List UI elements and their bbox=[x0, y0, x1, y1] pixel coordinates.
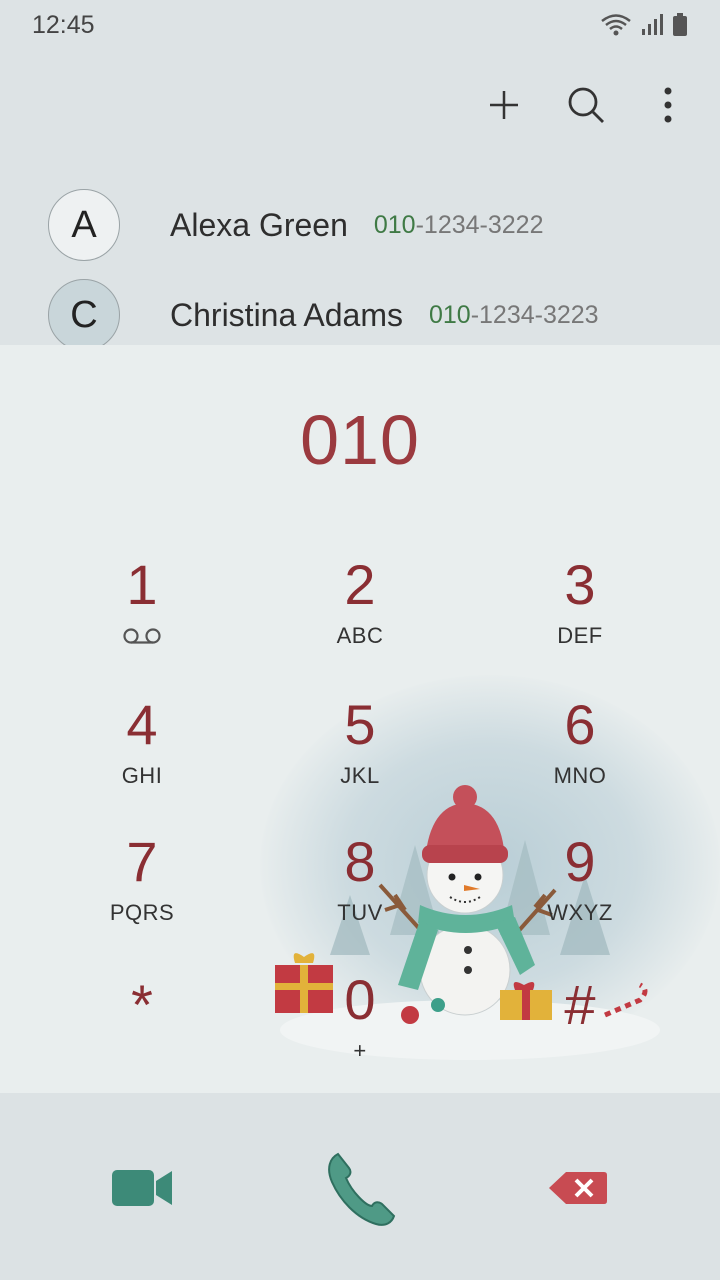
key-star[interactable]: * bbox=[52, 975, 232, 1085]
number-match-highlight: 010 bbox=[373, 210, 416, 239]
number-match-highlight: 010 bbox=[428, 300, 471, 329]
key-digit: 3 bbox=[564, 553, 596, 616]
number-rest: -1234-3223 bbox=[470, 300, 599, 329]
key-9[interactable]: 9 WXYZ bbox=[490, 832, 670, 942]
contact-number: 010-1234-3223 bbox=[429, 301, 599, 330]
bottom-action-bar bbox=[0, 1093, 720, 1280]
key-letters: PQRS bbox=[109, 900, 175, 925]
signal-icon bbox=[642, 14, 663, 35]
search-icon bbox=[568, 87, 604, 123]
backspace-button[interactable] bbox=[528, 1143, 628, 1233]
battery-icon bbox=[673, 13, 687, 36]
key-8[interactable]: 8 TUV bbox=[270, 832, 450, 942]
key-3[interactable]: 3 DEF bbox=[490, 555, 670, 665]
key-1[interactable]: 1 bbox=[52, 555, 232, 665]
key-digit: 1 bbox=[126, 553, 158, 616]
key-letters: ABC bbox=[336, 623, 384, 648]
key-5[interactable]: 5 JKL bbox=[270, 695, 450, 805]
plus-icon bbox=[490, 91, 518, 119]
key-digit: 4 bbox=[126, 693, 158, 756]
key-digit: 9 bbox=[564, 830, 596, 893]
key-4[interactable]: 4 GHI bbox=[52, 695, 232, 805]
key-letters: MNO bbox=[553, 763, 607, 788]
phone-call-icon bbox=[328, 1152, 396, 1226]
key-digit: 6 bbox=[564, 693, 596, 756]
key-letters: GHI bbox=[121, 763, 163, 788]
number-rest: -1234-3222 bbox=[415, 210, 544, 239]
search-button[interactable] bbox=[564, 83, 608, 127]
contact-name: Alexa Green bbox=[170, 206, 348, 243]
contact-number: 010-1234-3222 bbox=[374, 211, 544, 240]
dial-panel: 010 1 2 ABC 3 DEF 4 GHI 5 JKL 6 MNO 7 PQ… bbox=[0, 345, 720, 1093]
key-digit: # bbox=[564, 973, 596, 1036]
key-digit: 2 bbox=[344, 553, 376, 616]
contact-suggestions: A Alexa Green 010-1234-3222 C Christina … bbox=[0, 180, 720, 360]
status-time: 12:45 bbox=[32, 10, 95, 39]
key-7[interactable]: 7 PQRS bbox=[52, 832, 232, 942]
key-0[interactable]: 0 + bbox=[270, 970, 450, 1080]
voicemail-icon bbox=[123, 628, 161, 644]
more-vertical-icon bbox=[664, 87, 672, 123]
key-6[interactable]: 6 MNO bbox=[490, 695, 670, 805]
video-call-icon bbox=[112, 1170, 172, 1206]
status-icons bbox=[600, 13, 688, 37]
key-2[interactable]: 2 ABC bbox=[270, 555, 450, 665]
toolbar bbox=[482, 70, 690, 140]
key-hash[interactable]: # bbox=[490, 975, 670, 1085]
contact-item[interactable]: A Alexa Green 010-1234-3222 bbox=[0, 180, 720, 270]
backspace-icon bbox=[549, 1172, 607, 1204]
add-contact-button[interactable] bbox=[482, 83, 526, 127]
call-button[interactable] bbox=[310, 1143, 410, 1233]
key-digit: 0 bbox=[344, 968, 376, 1031]
dialed-number[interactable]: 010 bbox=[0, 400, 720, 480]
wifi-icon bbox=[601, 14, 631, 36]
video-call-button[interactable] bbox=[92, 1143, 192, 1233]
key-digit: 8 bbox=[344, 830, 376, 893]
key-letters: WXYZ bbox=[547, 900, 613, 925]
key-digit: 7 bbox=[126, 830, 158, 893]
key-letters: JKL bbox=[340, 763, 380, 788]
more-options-button[interactable] bbox=[646, 83, 690, 127]
key-letters: TUV bbox=[337, 900, 383, 925]
key-letters: + bbox=[353, 1038, 367, 1063]
key-digit: * bbox=[131, 973, 153, 1036]
contact-name: Christina Adams bbox=[170, 296, 403, 333]
avatar: C bbox=[48, 279, 120, 351]
avatar: A bbox=[48, 189, 120, 261]
key-digit: 5 bbox=[344, 693, 376, 756]
status-bar: 12:45 bbox=[0, 0, 720, 50]
key-letters: DEF bbox=[557, 623, 603, 648]
